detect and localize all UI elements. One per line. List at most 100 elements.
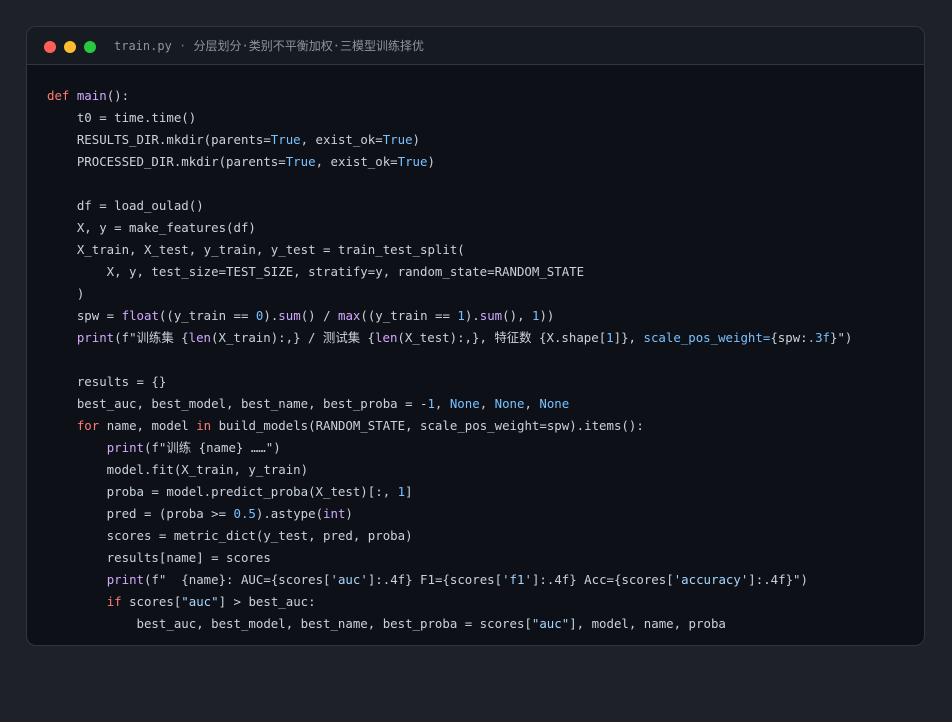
code-token: ((y_train == [360, 308, 458, 323]
code-line: scores = metric_dict(y_test, pred, proba… [47, 525, 852, 547]
code-token: None [539, 396, 570, 411]
code-token: ). [263, 308, 279, 323]
code-line: X_train, X_test, y_train, y_test = train… [47, 239, 852, 261]
code-token: 1 [427, 396, 435, 411]
code-token: ]:.4f} F1={scores[ [367, 572, 503, 587]
code-token: pred = (proba >= [47, 506, 234, 521]
code-line: X, y = make_features(df) [47, 217, 852, 239]
code-token: name, model [99, 418, 197, 433]
code-token: () / [300, 308, 338, 323]
code-token: t0 = time.time() [47, 110, 197, 125]
code-line: if scores["auc"] > best_auc: [47, 591, 852, 613]
code-line: proba = model.predict_proba(X_test)[:, 1… [47, 481, 852, 503]
code-token: ). [464, 308, 480, 323]
title-separator: · [179, 39, 187, 53]
code-line: df = load_oulad() [47, 195, 852, 217]
code-token: , exist_ok= [300, 132, 383, 147]
code-line: t0 = time.time() [47, 107, 852, 129]
code-token: ] [405, 484, 413, 499]
code-token: , [479, 396, 495, 411]
code-line: best_auc, best_model, best_name, best_pr… [47, 613, 852, 635]
code-token: build_models(RANDOM_STATE, scale_pos_wei… [211, 418, 644, 433]
code-token: None [494, 396, 525, 411]
code-line: model.fit(X_train, y_train) [47, 459, 852, 481]
code-line: results = {} [47, 371, 852, 393]
code-token: X_train, X_test, y_train, y_test = train… [47, 242, 465, 257]
code-token: ) [427, 154, 435, 169]
code-token: int [323, 506, 346, 521]
code-line: pred = (proba >= 0.5).astype(int) [47, 503, 852, 525]
code-token: (f"训练集 { [114, 330, 189, 345]
code-token: sum [479, 308, 503, 323]
code-line: ) [47, 283, 852, 305]
code-token: in [196, 418, 212, 433]
code-token: "auc" [181, 594, 219, 609]
code-token: ) [345, 506, 353, 521]
close-dot-icon[interactable] [44, 41, 56, 53]
code-token: proba = model.predict_proba(X_test)[:, [47, 484, 398, 499]
code-token: RESULTS_DIR.mkdir(parents= [47, 132, 271, 147]
code-token: ) [412, 132, 421, 147]
code-token: ) [47, 286, 85, 301]
code-token: (f"训练 {name} ……") [144, 440, 281, 455]
code-token: best_auc, best_model, best_name, best_pr… [47, 396, 428, 411]
code-token: (): [106, 88, 130, 103]
window-subtitle: 分层划分·类别不平衡加权·三模型训练择优 [193, 39, 424, 53]
code-token: scale_pos_weight= [643, 330, 771, 345]
code-token: , [434, 396, 450, 411]
code-line: X, y, test_size=TEST_SIZE, stratify=y, r… [47, 261, 852, 283]
code-token: if [106, 594, 122, 609]
code-token: ]:.4f}") [748, 572, 808, 587]
code-token: main [76, 88, 107, 103]
maximize-dot-icon[interactable] [84, 41, 96, 53]
code-token: True [285, 154, 316, 169]
code-line: results[name] = scores [47, 547, 852, 569]
code-line: def main(): [47, 85, 852, 107]
code-token: max [338, 308, 361, 323]
code-token: ).astype( [255, 506, 324, 521]
code-token: scores[ [121, 594, 182, 609]
code-token: 1 [397, 484, 406, 499]
code-line: RESULTS_DIR.mkdir(parents=True, exist_ok… [47, 129, 852, 151]
code-token: 'accuracy' [673, 572, 749, 587]
code-token: True [270, 132, 301, 147]
code-token: ] > best_auc: [218, 594, 316, 609]
code-block: def main(): t0 = time.time() RESULTS_DIR… [47, 85, 852, 635]
code-token: True [382, 132, 413, 147]
code-window: train.py · 分层划分·类别不平衡加权·三模型训练择优 def main… [26, 26, 925, 646]
code-token: len [375, 330, 398, 345]
file-name: train.py [114, 39, 172, 53]
code-token: 1 [606, 330, 614, 345]
code-token: scores = metric_dict(y_test, pred, proba… [47, 528, 413, 543]
code-token: model.fit(X_train, y_train) [47, 462, 309, 477]
code-token: 'auc' [330, 572, 368, 587]
code-token: , [524, 396, 540, 411]
code-token: print [106, 440, 144, 455]
code-token: 'f1' [502, 572, 532, 587]
title-bar: train.py · 分层划分·类别不平衡加权·三模型训练择优 [27, 27, 924, 65]
code-token: best_auc, best_model, best_name, best_pr… [47, 616, 532, 631]
code-token: len [188, 330, 212, 345]
code-token: True [397, 154, 428, 169]
code-token: df = load_oulad() [47, 198, 204, 213]
code-token: (X_train):,} / 测试集 { [211, 330, 376, 345]
code-token: ], model, name, proba [569, 616, 726, 631]
code-token: print [106, 572, 144, 587]
code-token: PROCESSED_DIR.mkdir(parents= [47, 154, 286, 169]
code-line: print(f"训练集 {len(X_train):,} / 测试集 {len(… [47, 327, 853, 349]
minimize-dot-icon[interactable] [64, 41, 76, 53]
code-token: def [47, 88, 77, 103]
code-token: }") [830, 330, 853, 345]
code-token: ]}, [613, 330, 644, 345]
code-token: X, y, test_size=TEST_SIZE, stratify=y, r… [47, 264, 585, 279]
code-token: results = {} [47, 374, 167, 389]
code-line: PROCESSED_DIR.mkdir(parents=True, exist_… [47, 151, 852, 173]
code-token: None [449, 396, 480, 411]
code-token: spw = [47, 308, 122, 323]
